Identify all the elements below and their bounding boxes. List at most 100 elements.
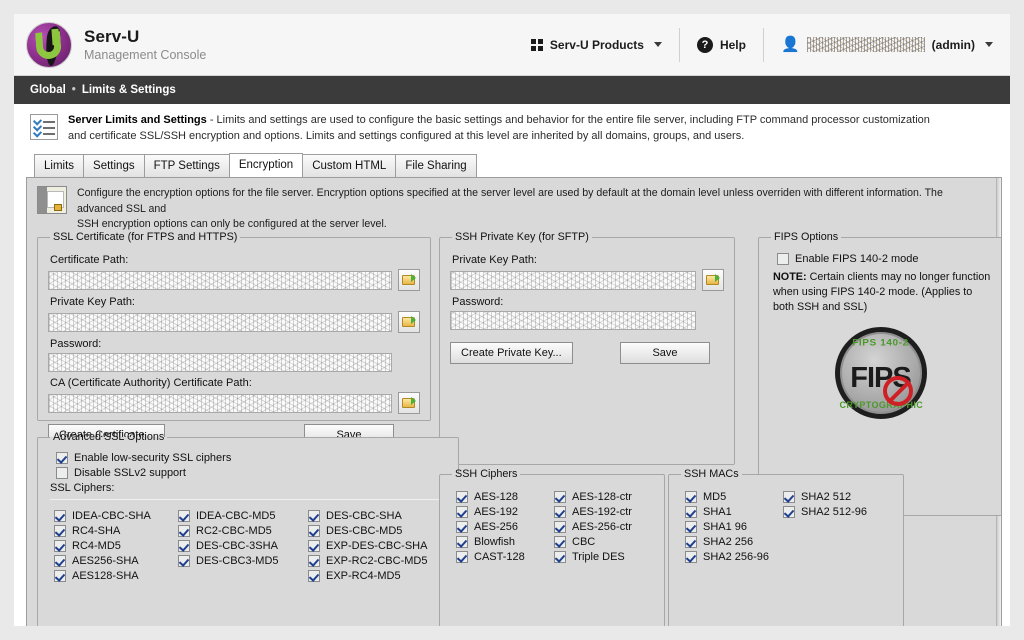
tab-file-sharing[interactable]: File Sharing [395, 154, 476, 177]
ssh-mac-item[interactable]: SHA2 512 [783, 491, 893, 503]
ssh-mac-checkbox[interactable] [685, 506, 697, 518]
private-key-path-input[interactable] [48, 313, 392, 332]
ssh-mac-item[interactable]: MD5 [685, 491, 777, 503]
ssh-cipher-checkbox[interactable] [554, 506, 566, 518]
ssl-cipher-checkbox[interactable] [178, 555, 190, 567]
ssh-cipher-item[interactable]: AES-192 [456, 506, 548, 518]
ssh-mac-item[interactable]: SHA2 512-96 [783, 506, 893, 518]
enable-low-security-row[interactable]: Enable low-security SSL ciphers [56, 452, 448, 464]
ssl-cipher-checkbox[interactable] [54, 570, 66, 582]
tab-limits[interactable]: Limits [34, 154, 84, 177]
user-icon: 👤 [781, 37, 800, 52]
ssh-cipher-item[interactable]: Blowfish [456, 536, 548, 548]
tab-settings[interactable]: Settings [83, 154, 145, 177]
ssh-mac-checkbox[interactable] [783, 491, 795, 503]
ssl-cipher-checkbox[interactable] [54, 525, 66, 537]
folder-browse-icon[interactable] [398, 269, 420, 291]
ssh-cipher-checkbox[interactable] [456, 536, 468, 548]
ssl-cipher-checkbox[interactable] [308, 555, 320, 567]
ssl-cipher-label: IDEA-CBC-SHA [72, 510, 151, 522]
ssl-cipher-checkbox[interactable] [308, 525, 320, 537]
ssh-cipher-item[interactable]: AES-128 [456, 491, 548, 503]
ssh-cipher-item[interactable]: CBC [554, 536, 654, 548]
folder-browse-icon[interactable] [702, 269, 724, 291]
ssh-cipher-checkbox[interactable] [554, 536, 566, 548]
ssl-cipher-item[interactable]: EXP-RC2-CBC-MD5 [308, 555, 448, 567]
ssl-cipher-item[interactable]: IDEA-CBC-SHA [54, 510, 172, 522]
ssl-cipher-item[interactable]: AES256-SHA [54, 555, 172, 567]
grid-icon [531, 39, 543, 51]
ssl-password-input[interactable] [48, 353, 392, 372]
ssh-cipher-item[interactable]: AES-256 [456, 521, 548, 533]
ssh-private-key-path-input[interactable] [450, 271, 696, 290]
ssh-password-input[interactable] [450, 311, 696, 330]
ssl-cipher-item[interactable]: DES-CBC3-MD5 [178, 555, 302, 567]
ssh-cipher-checkbox[interactable] [456, 551, 468, 563]
ssh-private-key-group: SSH Private Key (for SFTP) Private Key P… [439, 231, 735, 465]
ssl-cipher-item[interactable]: RC4-SHA [54, 525, 172, 537]
certificate-path-input[interactable] [48, 271, 392, 290]
ssh-cipher-item[interactable]: AES-256-ctr [554, 521, 654, 533]
breadcrumb-separator: • [72, 84, 76, 96]
ssl-cipher-checkbox[interactable] [54, 555, 66, 567]
ssh-private-key-legend: SSH Private Key (for SFTP) [452, 231, 592, 243]
ssh-mac-item[interactable]: SHA2 256-96 [685, 551, 777, 563]
ssl-cipher-checkbox[interactable] [54, 510, 66, 522]
folder-browse-icon[interactable] [398, 311, 420, 333]
enable-fips-row[interactable]: Enable FIPS 140-2 mode [777, 253, 992, 265]
ssl-cipher-checkbox[interactable] [308, 570, 320, 582]
ssh-cipher-checkbox[interactable] [456, 491, 468, 503]
ssh-mac-checkbox[interactable] [685, 491, 697, 503]
help-button[interactable]: ? Help [680, 28, 763, 62]
ssl-cipher-checkbox[interactable] [308, 540, 320, 552]
ssl-cipher-checkbox[interactable] [54, 540, 66, 552]
user-menu[interactable]: 👤 (admin) [764, 28, 1010, 62]
question-circle-icon: ? [697, 37, 713, 53]
disable-sslv2-row[interactable]: Disable SSLv2 support [56, 467, 448, 479]
disable-sslv2-checkbox[interactable] [56, 467, 68, 479]
ssh-mac-item[interactable]: SHA1 96 [685, 521, 777, 533]
ssh-cipher-item[interactable]: AES-128-ctr [554, 491, 654, 503]
ssh-mac-checkbox[interactable] [685, 521, 697, 533]
enable-low-security-checkbox[interactable] [56, 452, 68, 464]
ssl-cipher-item[interactable]: DES-CBC-SHA [308, 510, 448, 522]
create-private-key-button[interactable]: Create Private Key... [450, 342, 573, 364]
ssh-cipher-checkbox[interactable] [554, 551, 566, 563]
ssh-mac-checkbox[interactable] [685, 536, 697, 548]
private-key-path-label: Private Key Path: [50, 296, 420, 308]
ssh-mac-checkbox[interactable] [685, 551, 697, 563]
ssl-cipher-item[interactable]: AES128-SHA [54, 570, 172, 582]
ssl-cipher-item[interactable]: EXP-RC4-MD5 [308, 570, 448, 582]
ca-path-input[interactable] [48, 394, 392, 413]
ssl-cipher-item[interactable]: EXP-DES-CBC-SHA [308, 540, 448, 552]
ssh-cipher-item[interactable]: CAST-128 [456, 551, 548, 563]
brand-title: Serv-U [84, 27, 206, 46]
ssl-cipher-checkbox[interactable] [308, 510, 320, 522]
tab-ftp-settings[interactable]: FTP Settings [144, 154, 230, 177]
ssh-mac-item[interactable]: SHA2 256 [685, 536, 777, 548]
tab-custom-html[interactable]: Custom HTML [302, 154, 396, 177]
ssh-cipher-checkbox[interactable] [456, 506, 468, 518]
ssl-cipher-checkbox[interactable] [178, 525, 190, 537]
ssh-cipher-checkbox[interactable] [554, 521, 566, 533]
tab-encryption[interactable]: Encryption [229, 153, 303, 177]
ssh-cipher-item[interactable]: Triple DES [554, 551, 654, 563]
folder-browse-icon[interactable] [398, 392, 420, 414]
ssh-mac-label: SHA2 512-96 [801, 506, 867, 518]
ssh-mac-checkbox[interactable] [783, 506, 795, 518]
enable-fips-checkbox[interactable] [777, 253, 789, 265]
ssl-cipher-checkbox[interactable] [178, 540, 190, 552]
ssl-cipher-item[interactable]: RC2-CBC-MD5 [178, 525, 302, 537]
ssl-cipher-item[interactable]: DES-CBC-3SHA [178, 540, 302, 552]
ssh-cipher-checkbox[interactable] [554, 491, 566, 503]
ssh-save-button[interactable]: Save [620, 342, 710, 364]
products-menu[interactable]: Serv-U Products [514, 28, 679, 62]
ssl-cipher-item[interactable]: IDEA-CBC-MD5 [178, 510, 302, 522]
ssh-cipher-checkbox[interactable] [456, 521, 468, 533]
ssl-cipher-item[interactable]: RC4-MD5 [54, 540, 172, 552]
ssh-cipher-item[interactable]: AES-192-ctr [554, 506, 654, 518]
ssl-cipher-item[interactable]: DES-CBC-MD5 [308, 525, 448, 537]
ssl-cipher-checkbox[interactable] [178, 510, 190, 522]
ssh-mac-item[interactable]: SHA1 [685, 506, 777, 518]
breadcrumb-root[interactable]: Global [30, 84, 66, 96]
